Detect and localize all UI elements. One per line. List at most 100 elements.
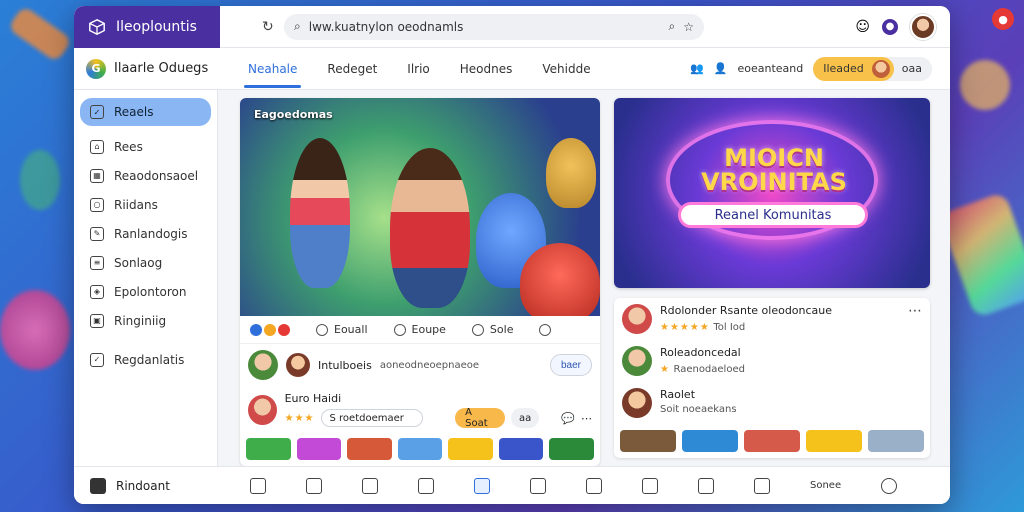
home-icon[interactable] (250, 477, 266, 494)
avatar[interactable] (248, 350, 278, 380)
action-button[interactable]: A Soat (455, 407, 506, 429)
list-item-sub: Raenodaeloed (673, 364, 745, 375)
hero-image-right[interactable]: MIOICN VROINITAS Reanel Komunitas (614, 98, 930, 288)
sidebar-item-label: Ranlandogis (114, 226, 188, 241)
list-item[interactable]: Rdolonder Rsante oleodoncaue ★★★★★ Tol I… (614, 298, 930, 340)
list-item-title: Roleadoncedal (660, 346, 741, 359)
people-icon[interactable]: 👥 (690, 62, 704, 75)
avatar[interactable] (286, 353, 310, 377)
bottom-label[interactable]: Sonee (810, 480, 841, 491)
more-button[interactable] (539, 323, 552, 336)
sidebar-item-5[interactable]: ≡ Sonlaog (80, 248, 211, 277)
address-text: lww.kuatnylon oeodnamls (308, 19, 464, 34)
sidebar-item-label: Reaodonsaoel (114, 168, 199, 183)
app-window: Ileoplountis ↻ ⌕ lww.kuatnylon oeodnamls… (74, 6, 950, 504)
thumbnail[interactable] (347, 438, 392, 460)
star-icon[interactable]: ☆ (683, 20, 694, 34)
hero-image-left[interactable]: Eagoedomas (240, 98, 600, 316)
thumbnail[interactable] (448, 438, 493, 460)
sidebar-item-6[interactable]: ◈ Epolontoron (80, 277, 211, 306)
avatar (622, 388, 652, 418)
user-avatar[interactable] (910, 13, 936, 40)
like-button[interactable]: Sole (471, 323, 513, 336)
tab-3[interactable]: Heodnes (456, 50, 517, 88)
thumbnail[interactable] (549, 438, 595, 460)
sidebar-item-8[interactable]: ✓ Regdanlatis (80, 345, 211, 374)
account-label[interactable]: eoeanteand (737, 62, 803, 75)
rating-stars: ★ (660, 364, 670, 375)
window-icon[interactable] (474, 477, 490, 494)
refresh-icon[interactable]: ↻ (262, 19, 276, 35)
check-icon: ✓ (90, 105, 104, 119)
community-list: Rdolonder Rsante oleodoncaue ★★★★★ Tol I… (614, 298, 930, 458)
thumbnail[interactable] (806, 430, 862, 452)
user-icon[interactable]: 👤 (714, 62, 728, 75)
thumbnail[interactable] (682, 430, 738, 452)
thumbnail[interactable] (397, 438, 443, 460)
browser-brand-label: Ileoplountis (116, 18, 197, 35)
avatar[interactable] (248, 395, 277, 425)
clock-icon[interactable] (642, 477, 658, 494)
list-icon: ≡ (90, 255, 104, 270)
tab-1[interactable]: Redeget (323, 50, 381, 88)
tab-0[interactable]: Neahale (244, 50, 302, 88)
app-name: Ilaarle Oduegs (114, 61, 209, 76)
thumbnail[interactable] (498, 438, 544, 460)
sidebar-item-4[interactable]: ✎ Ranlandogis (80, 219, 211, 248)
action-label: Eoupe (411, 323, 446, 336)
profile-icon[interactable]: ● (882, 18, 898, 35)
list-item[interactable]: Raolet Soit noeaekans (614, 382, 930, 424)
row-title: Intulboeis (318, 358, 372, 372)
browser-brand[interactable]: Ileoplountis (74, 6, 220, 48)
home-icon: ⌂ (90, 139, 104, 154)
notification-icon[interactable]: ● (992, 8, 1014, 30)
bg-shape (938, 191, 1024, 319)
card-icon[interactable] (362, 477, 378, 494)
list-item-title: Rdolonder Rsante oleodoncaue (660, 304, 833, 317)
sidebar-item-label: Ringiniig (114, 313, 167, 328)
rating-stars: ★★★★★ (660, 322, 710, 333)
avatar (622, 346, 652, 376)
smile-icon[interactable]: ☺ (855, 19, 870, 35)
thumbnail[interactable] (246, 438, 291, 460)
link-icon[interactable] (418, 477, 434, 494)
share-icon (393, 323, 406, 336)
bg-shape (0, 290, 70, 370)
sidebar-item-label: Epolontoron (114, 284, 187, 299)
more-icon[interactable]: ⋯ (908, 304, 922, 318)
search-icon[interactable]: ⌕ (669, 19, 676, 34)
thumbnail[interactable] (744, 430, 800, 452)
tab-4[interactable]: Vehidde (538, 50, 594, 88)
bottom-brand-label: Rindoant (116, 478, 170, 493)
account-pill[interactable]: Ileaded oaa (813, 56, 932, 81)
sidebar-item-1[interactable]: ⌂ Rees (80, 132, 211, 161)
user-icon[interactable] (881, 477, 898, 494)
reaction-badges (250, 323, 290, 336)
alert-icon[interactable] (698, 477, 714, 494)
follow-button[interactable]: baer (549, 354, 592, 376)
sidebar-item-2[interactable]: ▦ Reaodonsaoel (80, 161, 211, 190)
comment-field[interactable]: S roetdoemaer (320, 409, 424, 427)
thumbnail-strip (240, 432, 600, 466)
comment-button[interactable]: Eouall (316, 323, 368, 336)
people-icon[interactable] (530, 477, 546, 494)
thumbnail[interactable] (868, 430, 924, 452)
tab-2[interactable]: Ilrio (403, 50, 433, 88)
shield-icon[interactable] (586, 477, 602, 494)
bottom-brand[interactable]: Rindoant (90, 477, 250, 494)
sidebar-item-7[interactable]: ▣ Ringiniig (80, 306, 211, 335)
check-icon[interactable] (306, 477, 322, 494)
box-icon[interactable] (754, 477, 770, 494)
sidebar-item-3[interactable]: ○ Riidans (80, 190, 211, 219)
thumbnail[interactable] (296, 438, 342, 460)
address-bar[interactable]: ⌕ lww.kuatnylon oeodnamls ⌕ ☆ (284, 13, 704, 40)
sidebar-item-0[interactable]: ✓ Reaels (80, 98, 211, 126)
list-item[interactable]: Roleadoncedal ★ Raenodaeloed (614, 340, 930, 382)
share-button[interactable]: Eoupe (393, 323, 446, 336)
more-button[interactable]: aa (511, 408, 540, 428)
bg-shape (20, 150, 60, 210)
comment-icon[interactable]: 💬 (561, 412, 575, 425)
thumbnail[interactable] (620, 430, 676, 452)
more-icon[interactable]: ⋯ (581, 412, 592, 425)
comment-icon (316, 323, 328, 336)
